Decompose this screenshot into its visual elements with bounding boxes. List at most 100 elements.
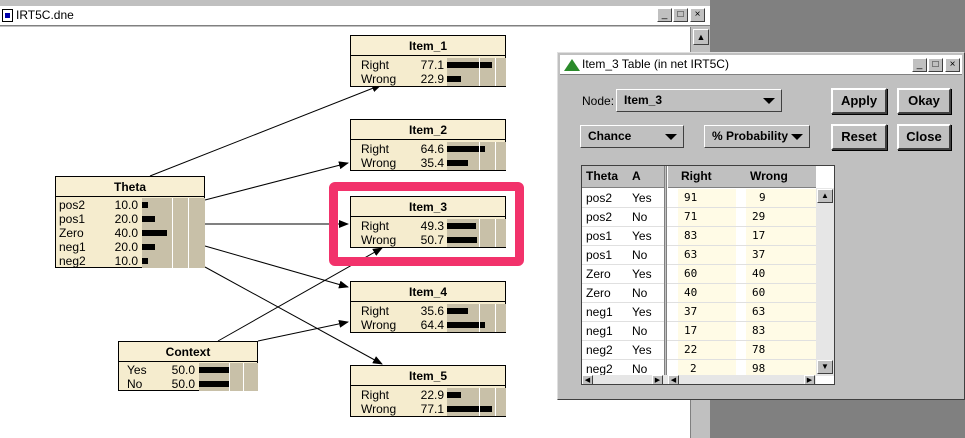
- cell-right[interactable]: 91: [678, 189, 736, 207]
- node-select[interactable]: Item_3: [616, 89, 782, 112]
- state-name: Yes: [127, 363, 147, 377]
- chance-select-value: Chance: [588, 129, 632, 143]
- node-item-4[interactable]: Item_4 Right 35.6 Wrong 64.4: [350, 281, 506, 333]
- cell-right[interactable]: 60: [678, 265, 736, 283]
- state-row: Wrong 77.1: [351, 402, 506, 416]
- state-name: No: [127, 377, 143, 391]
- state-row: No 50.0: [119, 377, 258, 391]
- cell-wrong[interactable]: 9: [746, 189, 816, 207]
- belief-bar: [142, 216, 155, 222]
- cell-wrong[interactable]: 17: [746, 227, 816, 245]
- cell-wrong[interactable]: 29: [746, 208, 816, 226]
- state-value: 20.0: [114, 212, 138, 226]
- belief-bar: [447, 406, 492, 412]
- cell-wrong[interactable]: 63: [746, 303, 816, 321]
- state-value: 20.0: [114, 240, 138, 254]
- node-theta[interactable]: Theta pos2 10.0 pos1 20.0 Zero 40.0 neg1…: [55, 176, 205, 268]
- table-row[interactable]: Zero Yes 60 40: [582, 265, 816, 284]
- belief-bar: [447, 392, 461, 398]
- node-title: Item_1: [351, 36, 505, 56]
- table-vertical-scrollbar[interactable]: ▲ ▼: [816, 188, 834, 376]
- state-value: 40.0: [114, 226, 138, 240]
- state-value: 10.0: [114, 254, 138, 268]
- highlight-box: [329, 182, 524, 266]
- table-row[interactable]: pos2 Yes 91 9: [582, 189, 816, 208]
- node-item-2[interactable]: Item_2 Right 64.6 Wrong 35.4: [350, 119, 506, 171]
- cell-right[interactable]: 40: [678, 284, 736, 302]
- apply-button[interactable]: Apply: [831, 88, 887, 114]
- state-row: Right 77.1: [351, 58, 506, 72]
- scroll-down-arrow-icon[interactable]: ▼: [817, 360, 833, 374]
- state-value: 50.0: [171, 377, 195, 391]
- scroll-right-arrow-icon[interactable]: ▶: [652, 375, 663, 384]
- cell-context: Yes: [632, 267, 652, 281]
- state-value: 77.1: [420, 58, 444, 72]
- cell-right[interactable]: 71: [678, 208, 736, 226]
- scroll-left-arrow-icon[interactable]: ◀: [582, 375, 593, 384]
- close-button[interactable]: Close: [897, 124, 951, 150]
- cell-wrong[interactable]: 83: [746, 322, 816, 340]
- state-name: Wrong: [361, 156, 397, 170]
- dialog-minimize-button[interactable]: _: [912, 58, 927, 72]
- cell-wrong[interactable]: 37: [746, 246, 816, 264]
- okay-button[interactable]: Okay: [897, 88, 951, 114]
- node-context[interactable]: Context Yes 50.0 No 50.0: [118, 341, 258, 391]
- state-name: neg1: [59, 240, 86, 254]
- header-theta: Theta: [586, 169, 619, 183]
- table-horizontal-scrollbar[interactable]: ◀ ▶ ◀ ▶: [582, 375, 816, 384]
- belief-bar: [447, 62, 492, 68]
- belief-bar: [447, 160, 468, 166]
- cell-wrong[interactable]: 78: [746, 341, 816, 359]
- cell-right[interactable]: 22: [678, 341, 736, 359]
- scroll-right-arrow-icon[interactable]: ▶: [804, 375, 815, 384]
- edge-theta-item2: [204, 161, 349, 201]
- cell-theta: pos1: [586, 229, 613, 243]
- cell-theta: Zero: [586, 267, 611, 281]
- reset-button[interactable]: Reset: [831, 124, 887, 150]
- table-row[interactable]: neg1 Yes 37 63: [582, 303, 816, 322]
- table-row[interactable]: neg1 No 17 83: [582, 322, 816, 341]
- node-item-1[interactable]: Item_1 Right 77.1 Wrong 22.9: [350, 35, 506, 87]
- cell-right[interactable]: 17: [678, 322, 736, 340]
- table-row[interactable]: pos1 Yes 83 17: [582, 227, 816, 246]
- probability-format-select[interactable]: % Probability: [704, 125, 810, 148]
- table-row[interactable]: neg2 Yes 22 78: [582, 341, 816, 360]
- edge-theta-item4: [204, 245, 349, 289]
- chance-select[interactable]: Chance: [580, 125, 684, 148]
- node-title: Item_5: [351, 366, 505, 386]
- state-row: Wrong 35.4: [351, 156, 506, 170]
- table-row[interactable]: Zero No 40 60: [582, 284, 816, 303]
- cell-wrong[interactable]: 60: [746, 284, 816, 302]
- belief-bar: [142, 244, 155, 250]
- cell-right[interactable]: 63: [678, 246, 736, 264]
- cell-right[interactable]: 37: [678, 303, 736, 321]
- belief-bar: [447, 76, 461, 82]
- chevron-down-icon: [665, 134, 677, 140]
- belief-bar: [199, 367, 229, 373]
- chevron-down-icon: [763, 98, 775, 104]
- node-select-value: Item_3: [624, 93, 663, 107]
- scroll-left-arrow-icon[interactable]: ◀: [668, 375, 679, 384]
- column-divider[interactable]: [664, 166, 667, 384]
- state-row: Right 22.9: [351, 388, 506, 402]
- dialog-maximize-button[interactable]: □: [928, 58, 943, 72]
- cpt-dialog: Item_3 Table (in net IRT5C) _ □ × Node: …: [557, 52, 965, 400]
- node-item-5[interactable]: Item_5 Right 22.9 Wrong 77.1: [350, 365, 506, 417]
- cell-context: No: [632, 324, 648, 338]
- state-value: 64.6: [420, 142, 444, 156]
- table-header-states: Right Wrong: [668, 166, 816, 188]
- belief-bar: [142, 258, 148, 264]
- dialog-titlebar[interactable]: Item_3 Table (in net IRT5C) _ □ ×: [560, 55, 962, 75]
- cell-context: Yes: [632, 191, 652, 205]
- table-row[interactable]: pos1 No 63 37: [582, 246, 816, 265]
- state-value: 10.0: [114, 198, 138, 212]
- scroll-up-arrow-icon[interactable]: ▲: [817, 189, 833, 203]
- cell-context: Yes: [632, 343, 652, 357]
- cell-right[interactable]: 83: [678, 227, 736, 245]
- cell-wrong[interactable]: 40: [746, 265, 816, 283]
- table-row[interactable]: pos2 No 71 29: [582, 208, 816, 227]
- state-value: 77.1: [420, 402, 444, 416]
- dialog-close-window-button[interactable]: ×: [945, 58, 960, 72]
- state-value: 64.4: [420, 318, 444, 332]
- cpt-table[interactable]: Theta A Right Wrong pos2 Yes 91 9 pos2 No 71 29…: [581, 165, 835, 385]
